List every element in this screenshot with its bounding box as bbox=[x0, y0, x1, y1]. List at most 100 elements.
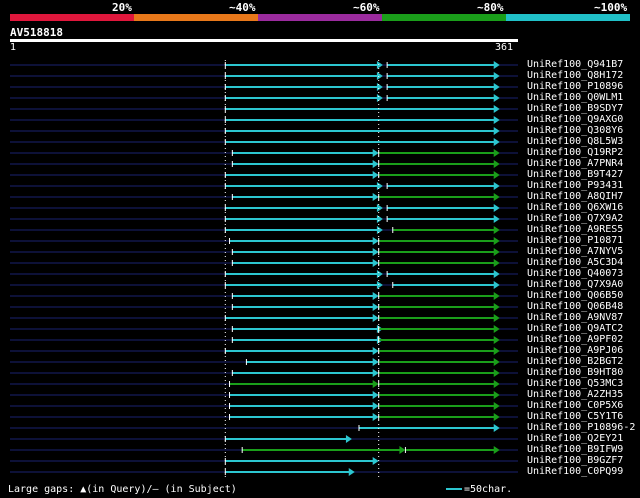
alignment-arrow-icon bbox=[372, 457, 379, 465]
alignment-arrow-icon bbox=[372, 369, 379, 377]
alignment-arrow-icon bbox=[493, 127, 500, 135]
alignment-arrow-icon bbox=[376, 226, 383, 234]
alignment-arrow-icon bbox=[493, 94, 500, 102]
hit-label[interactable]: UniRef100_A7PNR4 bbox=[527, 158, 623, 169]
alignment-arrow-icon bbox=[376, 270, 383, 278]
alignment-arrow-icon bbox=[493, 215, 500, 223]
hit-label[interactable]: UniRef100_B9T427 bbox=[527, 169, 623, 180]
alignment-arrow-icon bbox=[372, 402, 379, 410]
alignment-arrow-icon bbox=[493, 369, 500, 377]
hit-label[interactable]: UniRef100_Q308Y6 bbox=[527, 125, 623, 136]
alignment-arrow-icon bbox=[376, 72, 383, 80]
alignment-arrow-icon bbox=[372, 292, 379, 300]
hit-label[interactable]: UniRef100_P10896-2 bbox=[527, 422, 635, 433]
hit-label[interactable]: UniRef100_A9NV87 bbox=[527, 312, 623, 323]
hit-label[interactable]: UniRef100_A7NYV5 bbox=[527, 246, 623, 257]
alignment-arrow-icon bbox=[493, 347, 500, 355]
hit-label[interactable]: UniRef100_A5C3D4 bbox=[527, 257, 623, 268]
alignment-arrow-icon bbox=[493, 83, 500, 91]
hit-label[interactable]: UniRef100_Q2EY21 bbox=[527, 433, 623, 444]
alignment-arrow-icon bbox=[493, 105, 500, 113]
hit-label[interactable]: UniRef100_Q9ATC2 bbox=[527, 323, 623, 334]
hit-label[interactable]: UniRef100_Q9AXG0 bbox=[527, 114, 623, 125]
alignment-arrow-icon bbox=[376, 215, 383, 223]
scale-key-label: =50char. bbox=[464, 484, 513, 495]
alignment-arrow-icon bbox=[372, 171, 379, 179]
alignment-arrow-icon bbox=[493, 391, 500, 399]
alignment-arrow-icon bbox=[372, 314, 379, 322]
alignment-arrow-icon bbox=[493, 171, 500, 179]
alignment-arrow-icon bbox=[493, 116, 500, 124]
hit-label[interactable]: UniRef100_A2ZH35 bbox=[527, 389, 623, 400]
hit-label[interactable]: UniRef100_C0PQ99 bbox=[527, 466, 623, 477]
hit-label[interactable]: UniRef100_Q06B50 bbox=[527, 290, 623, 301]
hit-label[interactable]: UniRef100_Q0WLM1 bbox=[527, 92, 623, 103]
hit-label[interactable]: UniRef100_C0P5X6 bbox=[527, 400, 623, 411]
hit-label[interactable]: UniRef100_A9PF02 bbox=[527, 334, 623, 345]
alignment-arrow-icon bbox=[493, 314, 500, 322]
alignment-arrow-icon bbox=[372, 193, 379, 201]
alignment-arrow-icon bbox=[493, 336, 500, 344]
alignment-arrow-icon bbox=[493, 72, 500, 80]
alignment-arrow-icon bbox=[372, 380, 379, 388]
hit-label[interactable]: UniRef100_Q6XW16 bbox=[527, 202, 623, 213]
hit-label[interactable]: UniRef100_Q7X9A0 bbox=[527, 279, 623, 290]
alignment-arrow-icon bbox=[372, 248, 379, 256]
alignment-arrow-icon bbox=[493, 248, 500, 256]
alignment-arrow-icon bbox=[376, 182, 383, 190]
alignment-arrow-icon bbox=[372, 160, 379, 168]
alignment-arrow-icon bbox=[493, 237, 500, 245]
alignment-arrow-icon bbox=[493, 138, 500, 146]
hit-label[interactable]: UniRef100_Q40073 bbox=[527, 268, 623, 279]
hit-label[interactable]: UniRef100_B9SDY7 bbox=[527, 103, 623, 114]
hit-label[interactable]: UniRef100_A8QIH7 bbox=[527, 191, 623, 202]
alignment-arrow-icon bbox=[372, 237, 379, 245]
alignment-arrow-icon bbox=[376, 204, 383, 212]
hit-label[interactable]: UniRef100_Q7X9A2 bbox=[527, 213, 623, 224]
alignment-arrow-icon bbox=[493, 149, 500, 157]
alignment-arrow-icon bbox=[376, 83, 383, 91]
alignment-arrow-icon bbox=[493, 61, 500, 69]
alignment-arrow-icon bbox=[345, 435, 352, 443]
alignment-arrow-icon bbox=[493, 281, 500, 289]
alignment-arrow-icon bbox=[493, 446, 500, 454]
hit-label[interactable]: UniRef100_Q8L5W3 bbox=[527, 136, 623, 147]
hit-label[interactable]: UniRef100_Q941B7 bbox=[527, 59, 623, 70]
alignment-arrow-icon bbox=[376, 281, 383, 289]
hit-label[interactable]: UniRef100_A9PJ06 bbox=[527, 345, 623, 356]
hit-label[interactable]: UniRef100_Q53MC3 bbox=[527, 378, 623, 389]
alignment-arrow-icon bbox=[376, 94, 383, 102]
hit-label[interactable]: UniRef100_B9GZF7 bbox=[527, 455, 623, 466]
hit-label[interactable]: UniRef100_B9HT80 bbox=[527, 367, 623, 378]
hit-label[interactable]: UniRef100_Q06B48 bbox=[527, 301, 623, 312]
hit-label[interactable]: UniRef100_P10871 bbox=[527, 235, 623, 246]
hit-label[interactable]: UniRef100_P10896 bbox=[527, 81, 623, 92]
alignment-arrow-icon bbox=[493, 303, 500, 311]
alignment-arrow-icon bbox=[399, 446, 406, 454]
alignment-arrow-icon bbox=[372, 303, 379, 311]
alignment-arrow-icon bbox=[348, 468, 355, 476]
alignment-arrow-icon bbox=[493, 325, 500, 333]
alignment-arrow-icon bbox=[493, 160, 500, 168]
alignment-arrow-icon bbox=[376, 61, 383, 69]
alignment-arrow-icon bbox=[493, 413, 500, 421]
alignment-arrow-icon bbox=[372, 391, 379, 399]
alignment-arrow-icon bbox=[493, 193, 500, 201]
scale-line-icon bbox=[446, 488, 462, 490]
hit-label[interactable]: UniRef100_A9RES5 bbox=[527, 224, 623, 235]
alignment-arrow-icon bbox=[493, 270, 500, 278]
alignment-arrow-icon bbox=[493, 380, 500, 388]
alignment-arrow-icon bbox=[493, 402, 500, 410]
hit-label[interactable]: UniRef100_C5Y1T6 bbox=[527, 411, 623, 422]
hit-label[interactable]: UniRef100_B9IFW9 bbox=[527, 444, 623, 455]
alignment-arrow-icon bbox=[372, 413, 379, 421]
hit-label[interactable]: UniRef100_B2BGT2 bbox=[527, 356, 623, 367]
scale-key: =50char. bbox=[446, 484, 512, 495]
hit-label[interactable]: UniRef100_P93431 bbox=[527, 180, 623, 191]
hit-label[interactable]: UniRef100_Q8H172 bbox=[527, 70, 623, 81]
alignment-arrow-icon bbox=[493, 259, 500, 267]
alignment-arrow-icon bbox=[493, 204, 500, 212]
large-gaps-legend: Large gaps: ▲(in Query)/— (in Subject) bbox=[8, 484, 237, 495]
alignment-arrow-icon bbox=[493, 226, 500, 234]
hit-label[interactable]: UniRef100_Q19RP2 bbox=[527, 147, 623, 158]
